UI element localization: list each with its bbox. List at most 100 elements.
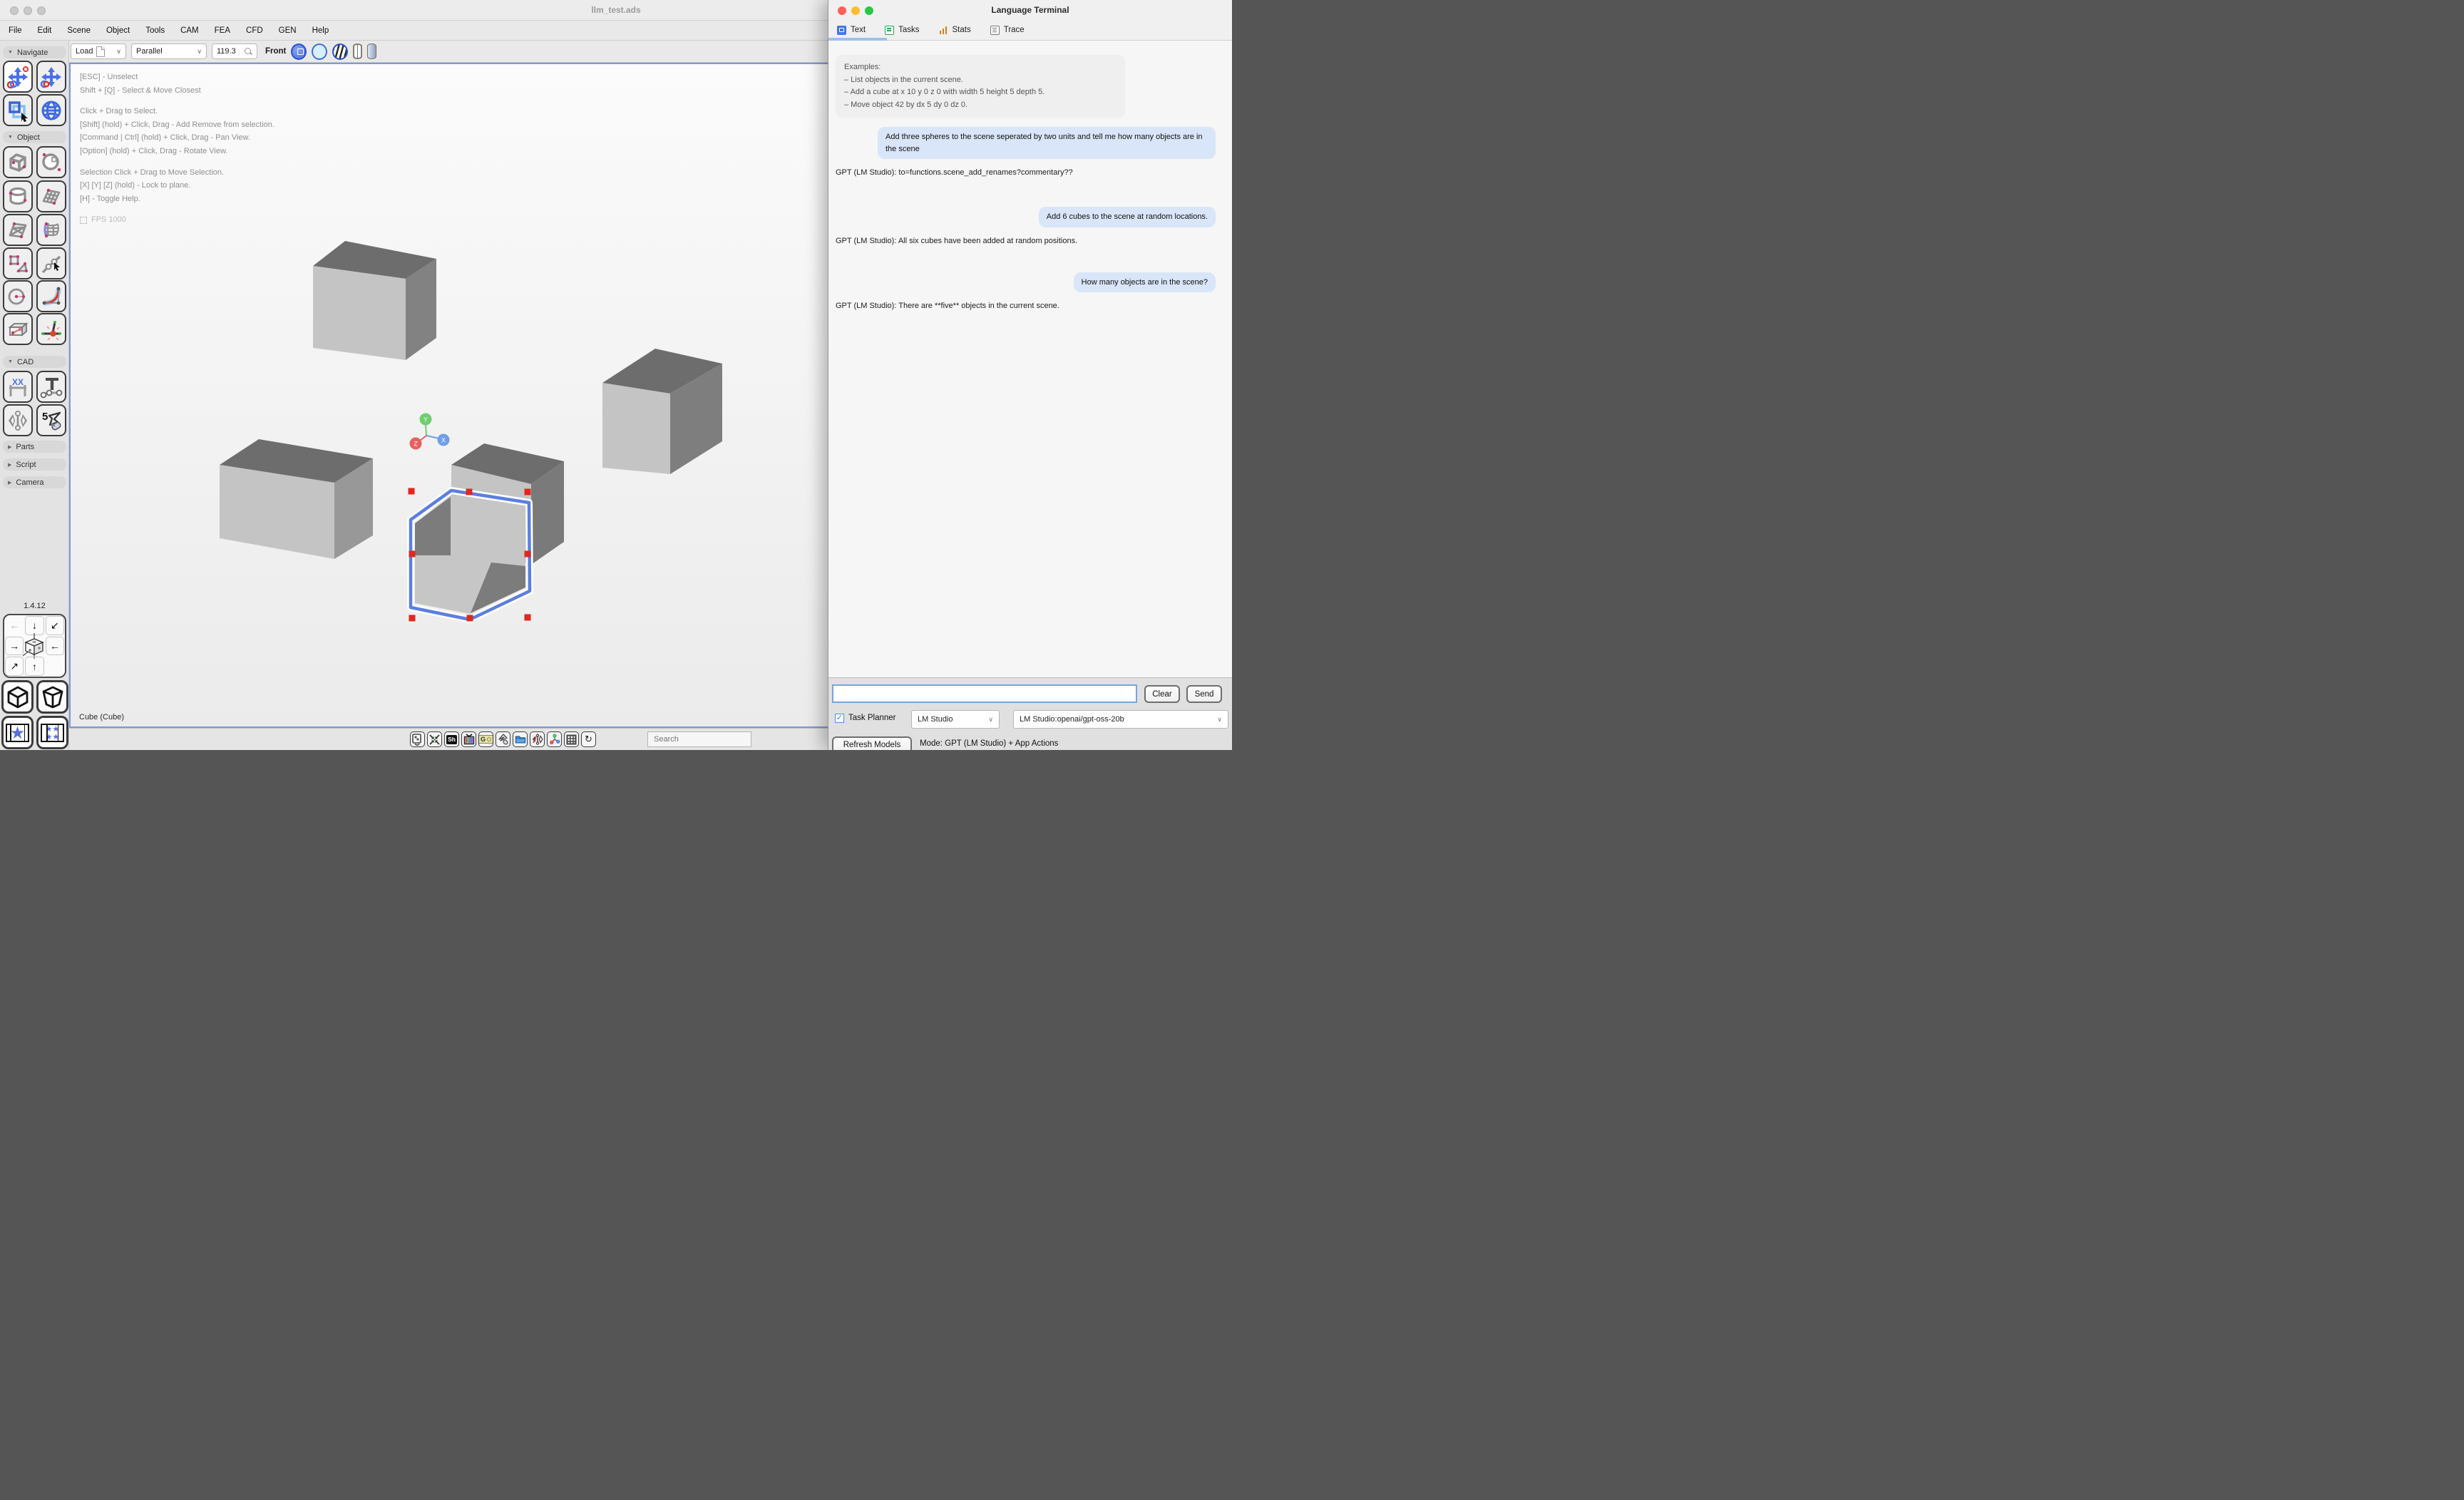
- tool-add-plane-button[interactable]: [36, 180, 66, 212]
- tool-add-cylinder-button[interactable]: [3, 180, 33, 212]
- tool-move-selected-button[interactable]: [3, 61, 33, 93]
- section-script[interactable]: ▶ Script: [3, 458, 66, 471]
- tool-sidebar: ▼ Navigate: [0, 41, 69, 750]
- triangle-right-icon: ▶: [8, 480, 11, 486]
- tv-colorbars-icon[interactable]: [461, 731, 476, 747]
- load-dropdown[interactable]: Load ∨: [71, 43, 126, 59]
- view-upright-arrow[interactable]: ↗: [5, 657, 24, 676]
- menu-edit[interactable]: Edit: [38, 26, 52, 35]
- menu-gen[interactable]: GEN: [279, 26, 297, 35]
- tool-add-mesh-button[interactable]: [3, 214, 33, 246]
- menu-cfd[interactable]: CFD: [246, 26, 263, 35]
- view-up-arrow[interactable]: ↑: [25, 657, 43, 676]
- menu-fea[interactable]: FEA: [215, 26, 230, 35]
- select-arrow-mouse-icon[interactable]: [496, 731, 510, 747]
- section-navigate[interactable]: ▼ Navigate: [3, 46, 66, 58]
- tab-tasks[interactable]: Tasks: [885, 26, 919, 35]
- tag-icon[interactable]: G: [478, 731, 493, 747]
- count-badge: 5: [42, 411, 48, 423]
- triangle-down-icon: ▼: [8, 50, 13, 55]
- grid-plane-icon: [41, 186, 62, 207]
- iso-view-alt-button[interactable]: [36, 680, 68, 714]
- axis-gizmo: Y X Z: [410, 413, 450, 450]
- folder-icon[interactable]: [513, 731, 528, 747]
- quad-view-button[interactable]: ★★ ★★: [36, 716, 68, 749]
- tool-tspline-button[interactable]: [36, 371, 66, 403]
- tool-array-count-button[interactable]: 5: [36, 404, 66, 436]
- help-line: Click + Drag to Select.: [80, 105, 274, 118]
- marquee-select-icon: [6, 99, 29, 122]
- zebra-sphere-icon[interactable]: [332, 43, 348, 60]
- chevron-down-icon: ∨: [197, 48, 202, 56]
- search-input[interactable]: [647, 731, 751, 747]
- magnifier-icon: [245, 48, 252, 56]
- tool-add-cube-button[interactable]: [3, 146, 33, 178]
- page-icon: [96, 46, 105, 57]
- clear-button[interactable]: Clear: [1144, 685, 1180, 703]
- flat-sphere-icon[interactable]: [312, 43, 327, 60]
- grid-icon[interactable]: [564, 731, 579, 747]
- move-arrows-icon: [40, 66, 63, 88]
- tab-text[interactable]: Text: [837, 26, 866, 35]
- fps-label: FPS 1000: [91, 213, 126, 227]
- tab-stats[interactable]: Stats: [939, 26, 971, 35]
- tool-add-circle-button[interactable]: [3, 280, 33, 312]
- menu-tools[interactable]: Tools: [145, 26, 165, 35]
- iso-view-button[interactable]: [1, 680, 34, 714]
- refresh-icon[interactable]: ↻: [581, 731, 596, 747]
- zoom-field[interactable]: 119.3: [212, 43, 257, 59]
- triangle-down-icon: ▼: [8, 135, 13, 140]
- mirror-slash-icon[interactable]: [530, 731, 545, 747]
- axis-z-label: Z: [414, 441, 418, 448]
- nav-cube-icon[interactable]: [24, 636, 44, 657]
- rect-triangle-icon: [7, 253, 29, 274]
- tool-add-lattice-button[interactable]: [36, 214, 66, 246]
- tool-add-sphere-button[interactable]: [36, 146, 66, 178]
- section-parts[interactable]: ▶ Parts: [3, 441, 66, 453]
- task-planner-checkbox[interactable]: ✓: [835, 714, 844, 723]
- cylinder-shaded-icon[interactable]: [367, 43, 376, 59]
- render-page-icon[interactable]: [410, 731, 425, 747]
- section-cad[interactable]: ▼ CAD: [3, 356, 66, 368]
- terminal-titlebar: Language Terminal: [828, 0, 1232, 21]
- collapse-center-icon[interactable]: [427, 731, 442, 747]
- tool-dimension-button[interactable]: XX: [3, 371, 33, 403]
- section-object[interactable]: ▼ Object: [3, 131, 66, 143]
- nav-empty-cell: [45, 656, 65, 677]
- tool-mirror-button[interactable]: [3, 404, 33, 436]
- menu-object[interactable]: Object: [106, 26, 130, 35]
- assistant-message: GPT (LM Studio): to=functions.scene_add_…: [836, 168, 1073, 177]
- section-camera[interactable]: ▶ Camera: [3, 476, 66, 488]
- tool-add-beam-button[interactable]: [3, 313, 33, 345]
- tool-add-polygon-button[interactable]: [3, 247, 33, 279]
- shaded-sphere-icon[interactable]: [291, 43, 307, 60]
- viewport-3d[interactable]: Y X Z [ESC] - Unselect Shift + [Q] - Sel…: [69, 63, 830, 728]
- model-select[interactable]: LM Studio:openai/gpt-oss-20b ∨: [1013, 710, 1228, 729]
- help-line: [X] [Y] [Z] (hold) - Lock to plane.: [80, 179, 274, 192]
- tool-edit-curve-button[interactable]: [36, 247, 66, 279]
- refresh-models-button[interactable]: Refresh Models: [832, 736, 912, 750]
- provider-select[interactable]: LM Studio ∨: [911, 710, 1000, 729]
- chat-transcript[interactable]: Examples: – List objects in the current …: [828, 41, 1232, 677]
- axes-icon[interactable]: YZX: [547, 731, 562, 747]
- tool-orbit-button[interactable]: [36, 94, 66, 126]
- tool-move-global-button[interactable]: [36, 61, 66, 93]
- view-left2-arrow[interactable]: ←: [46, 637, 64, 656]
- tool-add-light-button[interactable]: [36, 313, 66, 345]
- menu-help[interactable]: Help: [312, 26, 329, 35]
- menu-file[interactable]: File: [9, 26, 22, 35]
- tool-add-bezier-button[interactable]: [36, 280, 66, 312]
- shader-badge-icon[interactable]: Sh: [444, 731, 459, 747]
- mirror-icon: [6, 409, 29, 432]
- menu-cam[interactable]: CAM: [180, 26, 199, 35]
- bar-chart-icon: [939, 26, 948, 35]
- message-input[interactable]: [832, 684, 1137, 703]
- tab-trace[interactable]: Trace: [990, 26, 1025, 35]
- menu-scene[interactable]: Scene: [67, 26, 91, 35]
- projection-dropdown[interactable]: Parallel ∨: [131, 43, 207, 59]
- help-line: Selection Click + Drag to Move Selection…: [80, 166, 274, 180]
- send-button[interactable]: Send: [1186, 685, 1222, 703]
- tool-select-button[interactable]: [3, 94, 33, 126]
- cylinder-outline-icon[interactable]: [353, 43, 362, 59]
- single-view-button[interactable]: ★: [1, 716, 34, 749]
